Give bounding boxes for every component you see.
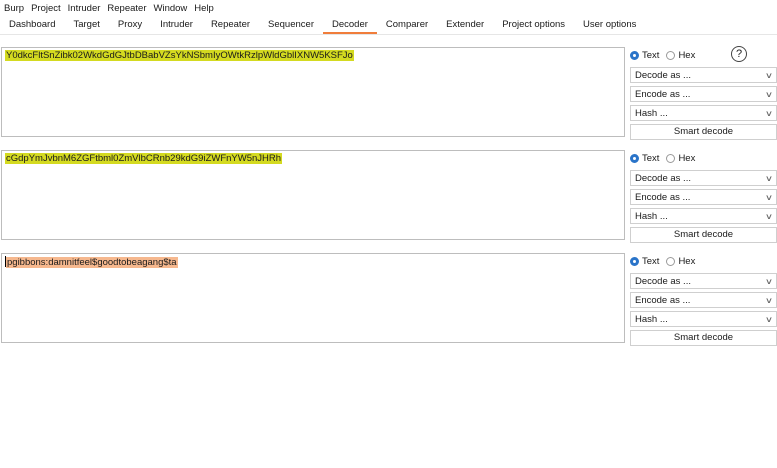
chevron-down-icon: ∨	[764, 89, 774, 99]
smart-decode-button[interactable]: Smart decode	[630, 124, 777, 140]
menu-help[interactable]: Help	[192, 3, 218, 14]
decoder-controls-2: Text Hex Decode as ... ∨ Encode as ... ∨…	[630, 150, 777, 243]
encode-as-select[interactable]: Encode as ... ∨	[630, 189, 777, 205]
hash-label: Hash ...	[635, 107, 668, 119]
text-radio[interactable]	[630, 51, 639, 60]
encode-as-select[interactable]: Encode as ... ∨	[630, 292, 777, 308]
hex-radio[interactable]	[666, 257, 676, 266]
decoder-pane-1: Y0dkcFltSnZibk02WkdGdGJtbDBabVZsYkNSbmIy…	[0, 46, 777, 142]
menu-bar: Burp Project Intruder Repeater Window He…	[0, 0, 777, 17]
tab-extender[interactable]: Extender	[437, 17, 493, 34]
chevron-down-icon: ∨	[764, 276, 774, 286]
text-radio[interactable]	[630, 257, 639, 266]
decoder-pane-3: pgibbons:damnitfeel$goodtobeagang$ta Tex…	[0, 253, 777, 348]
hash-label: Hash ...	[635, 210, 668, 222]
editor-text: cGdpYmJvbnM6ZGFtbml0ZmVlbCRnb29kdG9iZWFn…	[5, 153, 283, 164]
decode-as-select[interactable]: Decode as ... ∨	[630, 273, 777, 289]
encode-as-select[interactable]: Encode as ... ∨	[630, 86, 777, 102]
encode-as-label: Encode as ...	[635, 88, 691, 100]
decode-as-label: Decode as ...	[635, 172, 691, 184]
decode-as-label: Decode as ...	[635, 275, 691, 287]
decode-as-label: Decode as ...	[635, 69, 691, 81]
help-icon[interactable]: ?	[731, 46, 747, 62]
tab-intruder[interactable]: Intruder	[151, 17, 202, 34]
hash-select[interactable]: Hash ... ∨	[630, 208, 777, 224]
text-radio[interactable]	[630, 154, 639, 163]
encode-as-label: Encode as ...	[635, 294, 691, 306]
tab-target[interactable]: Target	[64, 17, 108, 34]
text-radio-label: Text	[642, 256, 660, 267]
menu-project[interactable]: Project	[29, 3, 65, 14]
tab-bar: Dashboard Target Proxy Intruder Repeater…	[0, 17, 777, 35]
chevron-down-icon: ∨	[764, 192, 774, 202]
tab-proxy[interactable]: Proxy	[109, 17, 151, 34]
menu-burp[interactable]: Burp	[2, 3, 28, 14]
smart-decode-button[interactable]: Smart decode	[630, 227, 777, 243]
decode-as-select[interactable]: Decode as ... ∨	[630, 67, 777, 83]
decoder-pane-2: cGdpYmJvbnM6ZGFtbml0ZmVlbCRnb29kdG9iZWFn…	[0, 150, 777, 245]
decoder-controls-3: Text Hex Decode as ... ∨ Encode as ... ∨…	[630, 253, 777, 346]
tab-user-options[interactable]: User options	[574, 17, 645, 34]
smart-decode-button[interactable]: Smart decode	[630, 330, 777, 346]
hash-select[interactable]: Hash ... ∨	[630, 311, 777, 327]
hex-radio-label: Hex	[678, 153, 696, 164]
hex-radio-label: Hex	[678, 50, 696, 61]
text-radio-label: Text	[642, 153, 660, 164]
decoder-editor-3[interactable]: pgibbons:damnitfeel$goodtobeagang$ta	[1, 253, 625, 343]
hex-radio[interactable]	[666, 154, 676, 163]
tab-sequencer[interactable]: Sequencer	[259, 17, 323, 34]
hex-radio[interactable]	[666, 51, 676, 60]
encode-as-label: Encode as ...	[635, 191, 691, 203]
editor-text: pgibbons:damnitfeel$goodtobeagang$ta	[6, 257, 178, 268]
chevron-down-icon: ∨	[764, 314, 774, 324]
tab-repeater[interactable]: Repeater	[202, 17, 259, 34]
hash-label: Hash ...	[635, 313, 668, 325]
chevron-down-icon: ∨	[764, 211, 774, 221]
decoder-controls-1: Text Hex ? Decode as ... ∨ Encode as ...…	[630, 46, 777, 140]
menu-intruder[interactable]: Intruder	[66, 3, 105, 14]
chevron-down-icon: ∨	[764, 295, 774, 305]
text-radio-label: Text	[642, 50, 660, 61]
tab-decoder[interactable]: Decoder	[322, 17, 377, 34]
editor-text: Y0dkcFltSnZibk02WkdGdGJtbDBabVZsYkNSbmIy…	[5, 50, 354, 61]
tab-comparer[interactable]: Comparer	[377, 17, 437, 34]
menu-window[interactable]: Window	[152, 3, 192, 14]
tab-project-options[interactable]: Project options	[493, 17, 574, 34]
decode-as-select[interactable]: Decode as ... ∨	[630, 170, 777, 186]
tab-dashboard[interactable]: Dashboard	[0, 17, 64, 34]
chevron-down-icon: ∨	[764, 70, 774, 80]
decoder-editor-2[interactable]: cGdpYmJvbnM6ZGFtbml0ZmVlbCRnb29kdG9iZWFn…	[1, 150, 625, 240]
chevron-down-icon: ∨	[764, 173, 774, 183]
menu-repeater[interactable]: Repeater	[105, 3, 150, 14]
chevron-down-icon: ∨	[764, 108, 774, 118]
decoder-editor-1[interactable]: Y0dkcFltSnZibk02WkdGdGJtbDBabVZsYkNSbmIy…	[1, 47, 625, 137]
hex-radio-label: Hex	[678, 256, 696, 267]
hash-select[interactable]: Hash ... ∨	[630, 105, 777, 121]
